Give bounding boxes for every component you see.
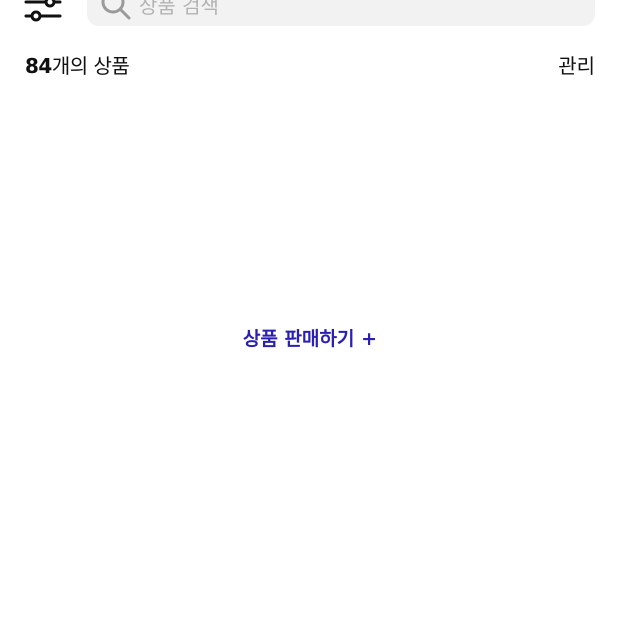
sliders-icon	[24, 0, 62, 22]
product-count-suffix: 개의 상품	[51, 54, 130, 78]
product-count-number: 84	[25, 54, 52, 78]
product-count: 84개의 상품	[25, 52, 130, 80]
sell-product-link[interactable]: 상품 판매하기 +	[243, 322, 377, 356]
empty-state: 상품 판매하기 +	[0, 322, 620, 356]
shop-products-page: 84개의 상품 관리 상품 판매하기 +	[0, 0, 620, 620]
manage-button[interactable]: 관리	[558, 52, 595, 80]
search-icon	[101, 0, 131, 20]
top-bar	[0, 0, 620, 26]
list-header: 84개의 상품 관리	[25, 52, 595, 80]
search-box[interactable]	[87, 0, 595, 26]
filter-button[interactable]	[24, 0, 64, 26]
search-input[interactable]	[139, 0, 579, 26]
